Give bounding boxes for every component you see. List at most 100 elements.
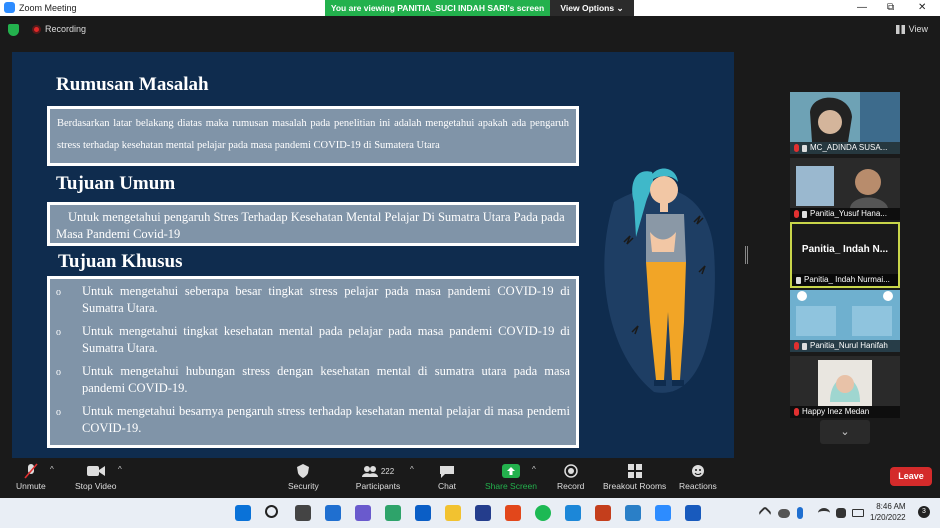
title-bar: Zoom Meeting You are viewing PANITIA_SUC… [0, 0, 940, 16]
record-icon [562, 463, 580, 479]
list-item: o Untuk mengetahui besarnya pengaruh stre… [56, 403, 570, 437]
participant-name-bar: Happy Inez Medan [790, 406, 900, 418]
heading-tujuan-khusus: Tujuan Khusus [58, 251, 183, 272]
stop-video-button[interactable]: Stop Video [75, 463, 116, 491]
participants-label: Participants [355, 481, 401, 491]
photos-icon[interactable] [565, 505, 581, 521]
participant-name-bar: Panitia_ Indah Nurmai... [792, 274, 898, 286]
media-player-icon[interactable] [625, 505, 641, 521]
close-button[interactable]: ✕ [918, 2, 926, 13]
bullet-marker: o [56, 327, 61, 338]
recording-label: Recording [45, 24, 87, 34]
participant-tile[interactable]: Panitia_Yusuf Hana... [790, 158, 900, 220]
participants-caret-icon[interactable]: ^ [410, 465, 414, 474]
windows-taskbar: 8:46 AM 1/20/2022 3 [0, 498, 940, 528]
notification-count-badge[interactable]: 3 [918, 506, 930, 518]
participants-icon: 222 [354, 463, 402, 479]
edge-browser-icon[interactable] [385, 505, 401, 521]
mail-icon[interactable] [415, 505, 431, 521]
zoom-logo-icon [4, 2, 15, 13]
teams-chat-icon[interactable] [355, 505, 371, 521]
recording-indicator[interactable]: Recording [32, 24, 86, 34]
presentation-slide: Rumusan Masalah Berdasarkan latar belaka… [12, 52, 734, 458]
security-shield-icon[interactable] [8, 24, 19, 36]
video-camera-icon [86, 463, 105, 479]
heading-tujuan-umum: Tujuan Umum [56, 173, 176, 194]
widgets-icon[interactable] [325, 505, 341, 521]
chat-button[interactable]: Chat [438, 463, 456, 491]
participant-tile[interactable]: Panitia_Nurul Hanifah [790, 290, 900, 352]
list-item: o Untuk mengetahui seberapa besar tingkat… [56, 283, 570, 317]
stressed-woman-illustration [604, 168, 715, 393]
breakout-rooms-label: Breakout Rooms [603, 481, 667, 491]
share-screen-button[interactable]: Share Screen [485, 463, 537, 491]
word-icon[interactable] [685, 505, 701, 521]
shared-screen: Rumusan Masalah Berdasarkan latar belaka… [0, 44, 780, 460]
meeting-toolbar: Unmute ^ Stop Video ^ Security 222 Parti… [0, 460, 940, 498]
bullet-text: Untuk mengetahui tingkat kesehatan menta… [82, 324, 570, 355]
spotify-icon[interactable] [535, 505, 551, 521]
share-screen-label: Share Screen [485, 481, 537, 491]
record-button[interactable]: Record [557, 463, 584, 491]
security-button[interactable]: Security [288, 463, 319, 491]
volume-icon[interactable] [836, 508, 846, 518]
search-icon[interactable] [265, 505, 278, 518]
clock-date: 1/20/2022 [870, 513, 906, 522]
tray-overflow-chevron-icon[interactable] [757, 505, 773, 521]
zoom-taskbar-icon[interactable] [655, 505, 671, 521]
panel-resize-handle[interactable] [745, 246, 748, 264]
file-explorer-icon[interactable] [445, 505, 461, 521]
muted-microphone-icon [22, 463, 40, 479]
app-name: Zoom Meeting [19, 2, 77, 13]
share-options-caret-icon[interactable]: ^ [532, 465, 536, 474]
participant-gallery: MC_ADINDA SUSA... Panitia_Yusuf Hana... … [780, 44, 940, 460]
participant-name: MC_ADINDA SUSA... [810, 143, 888, 152]
muted-mic-icon [794, 144, 799, 152]
battery-icon[interactable] [852, 509, 864, 517]
unmute-button[interactable]: Unmute [16, 463, 46, 491]
leave-button[interactable]: Leave [890, 467, 932, 486]
viewing-banner: You are viewing PANITIA_SUCI INDAH SARI'… [325, 0, 550, 16]
participant-tile[interactable]: MC_ADINDA SUSA... [790, 92, 900, 154]
microphone-tray-icon[interactable] [797, 507, 803, 519]
reactions-button[interactable]: Reactions [679, 463, 717, 491]
minimize-button[interactable]: — [857, 2, 867, 13]
stop-video-label: Stop Video [75, 481, 117, 491]
chat-label: Chat [438, 481, 456, 491]
pin-icon [802, 342, 807, 350]
view-button[interactable]: View [895, 24, 928, 34]
bullet-text: Untuk mengetahui hubungan stress dengan … [82, 364, 570, 395]
clock-time: 8:46 AM [876, 502, 906, 511]
view-options-button[interactable]: View Options ⌄ [550, 0, 634, 16]
maximize-button[interactable]: ⧉ [887, 2, 894, 13]
audio-options-caret-icon[interactable]: ^ [50, 465, 54, 474]
participants-button[interactable]: 222 Participants [354, 463, 402, 491]
participant-tile-active-speaker[interactable]: Panitia_ Indah N... Panitia_ Indah Nurma… [790, 222, 900, 288]
rumusan-box: Berdasarkan latar belakang diatas maka r… [47, 106, 579, 166]
windows-start-icon[interactable] [235, 505, 251, 521]
participant-name: Panitia_ Indah Nurmai... [804, 275, 890, 284]
wifi-icon[interactable] [818, 508, 830, 518]
store-icon[interactable] [475, 505, 491, 521]
powerpoint-icon[interactable] [595, 505, 611, 521]
taskbar-clock[interactable]: 8:46 AM 1/20/2022 [870, 501, 906, 523]
participant-tile[interactable]: Happy Inez Medan [790, 356, 900, 418]
record-dot-icon [32, 24, 41, 34]
tujuan-umum-text: Untuk mengetahui pengaruh Stres Terhadap… [56, 210, 565, 241]
pin-icon [802, 144, 807, 152]
pin-icon [802, 210, 807, 218]
record-label: Record [557, 481, 585, 491]
breakout-rooms-button[interactable]: Breakout Rooms [603, 463, 666, 491]
bullet-marker: o [56, 287, 61, 298]
gallery-scroll-down-button[interactable]: ⌄ [820, 420, 870, 444]
bullet-text: Untuk mengetahui seberapa besar tingkat … [82, 284, 570, 315]
office-icon[interactable] [505, 505, 521, 521]
participants-count: 222 [380, 466, 395, 476]
view-label: View [908, 24, 928, 34]
cloud-icon[interactable] [778, 509, 790, 518]
share-screen-icon [501, 463, 520, 479]
security-label: Security [288, 481, 319, 491]
bullet-marker: o [56, 407, 61, 418]
task-view-icon[interactable] [295, 505, 311, 521]
video-options-caret-icon[interactable]: ^ [118, 465, 122, 474]
